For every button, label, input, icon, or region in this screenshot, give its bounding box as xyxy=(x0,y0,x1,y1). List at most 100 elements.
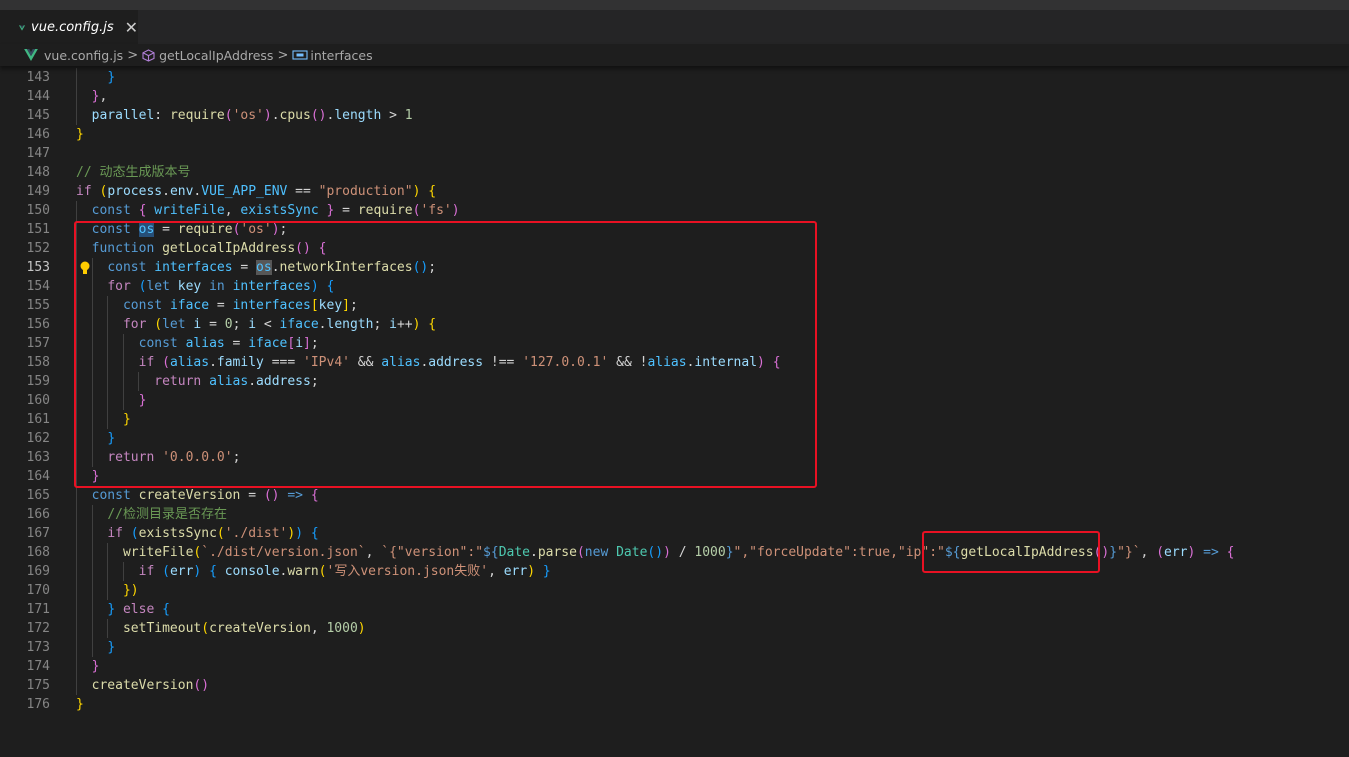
code-line[interactable]: 143 } xyxy=(0,68,1349,87)
code-token: } xyxy=(107,70,116,85)
code-token: ( xyxy=(162,564,170,579)
code-token: ${ xyxy=(483,545,499,560)
vue-logo-icon xyxy=(24,49,38,61)
code-line[interactable]: 147 xyxy=(0,144,1349,163)
code-token: () xyxy=(193,678,210,693)
code-token: { xyxy=(162,602,170,617)
code-token: : xyxy=(154,108,170,123)
code-line[interactable]: 144 }, xyxy=(0,87,1349,106)
code-token: == xyxy=(287,184,319,199)
tab-close-icon[interactable]: ✕ xyxy=(125,18,138,37)
line-number: 149 xyxy=(26,184,50,199)
variable-icon xyxy=(292,50,308,60)
code-token: ( xyxy=(201,621,210,636)
code-token: createVersion xyxy=(209,621,311,636)
code-line[interactable]: 146} xyxy=(0,125,1349,144)
code-token: , xyxy=(488,564,504,579)
breadcrumb-function[interactable]: getLocalIpAddress xyxy=(159,48,273,63)
code-line[interactable]: 168 writeFile (`./dist/version.json`, `{"… xyxy=(0,543,1349,562)
code-token: `./dist/version.json` xyxy=(201,545,366,560)
code-text: }) xyxy=(76,581,139,600)
code-token: = xyxy=(240,488,264,503)
code-token: ) xyxy=(295,526,304,541)
code-token: parse xyxy=(537,545,577,560)
tab-title: vue.config.js xyxy=(31,20,114,35)
line-number: 175 xyxy=(26,678,50,693)
tab-vue-config[interactable]: vue.config.js ✕ xyxy=(0,10,138,44)
code-token: { xyxy=(1226,545,1235,560)
code-line[interactable]: 169 if (err) { console.warn('写入version.j… xyxy=(0,562,1349,581)
code-token: //检测目录是否存在 xyxy=(107,507,227,522)
code-line[interactable]: 175 createVersion() xyxy=(0,676,1349,695)
line-number: 164 xyxy=(26,469,50,484)
code-token: } xyxy=(91,659,100,674)
code-token: ( xyxy=(130,526,139,541)
code-token: } xyxy=(107,640,116,655)
code-token: 1000 xyxy=(694,545,726,560)
code-line[interactable]: 167 if (existsSync('./dist')) { xyxy=(0,524,1349,543)
code-token: createVersion xyxy=(138,488,241,503)
code-text: }, xyxy=(76,87,108,106)
line-number: 174 xyxy=(26,659,50,674)
code-line[interactable]: 145 parallel: require('os').cpus().lengt… xyxy=(0,106,1349,125)
code-token: / xyxy=(670,545,695,560)
code-line[interactable]: 176} xyxy=(0,695,1349,714)
code-token: parallel xyxy=(91,108,155,123)
code-token: './dist' xyxy=(224,526,288,541)
code-token: require xyxy=(357,203,413,218)
code-token: err xyxy=(169,564,194,579)
code-token: }) xyxy=(122,583,139,598)
code-line[interactable]: 148 // 动态生成版本号 xyxy=(0,163,1349,182)
code-token: ) xyxy=(263,108,272,123)
line-number: 145 xyxy=(26,108,50,123)
breadcrumb-file[interactable]: vue.config.js xyxy=(44,48,123,63)
code-token: . xyxy=(271,108,280,123)
tab-bar: vue.config.js ✕ xyxy=(0,10,1349,44)
code-token: ) xyxy=(451,203,460,218)
code-token: > xyxy=(381,108,405,123)
code-line[interactable]: 149 if (process.env.VUE_APP_ENV == "produ… xyxy=(0,182,1349,201)
code-line[interactable]: 166 //检测目录是否存在 xyxy=(0,505,1349,524)
annotation-box-function xyxy=(74,221,817,488)
code-token: () xyxy=(263,488,280,503)
code-line[interactable]: 150 const { writeFile, existsSync } = re… xyxy=(0,201,1349,220)
line-number: 165 xyxy=(26,488,50,503)
code-text: const { writeFile, existsSync } = requir… xyxy=(76,201,460,220)
code-line[interactable]: 173 } xyxy=(0,638,1349,657)
code-token: cpus xyxy=(279,108,311,123)
code-line[interactable]: 174 } xyxy=(0,657,1349,676)
code-token: existsSync xyxy=(240,203,319,218)
code-token: process xyxy=(107,184,163,199)
code-token: setTimeout xyxy=(122,621,202,636)
code-token: ","forceUpdate":true,"ip":" xyxy=(733,545,945,560)
code-token: { xyxy=(209,564,217,579)
code-line[interactable]: 172 setTimeout(createVersion, 1000) xyxy=(0,619,1349,638)
code-token: } xyxy=(76,127,84,142)
code-token: , xyxy=(1140,545,1157,560)
code-token: require xyxy=(169,108,225,123)
line-number: 170 xyxy=(26,583,50,598)
code-line[interactable]: 171 } else { xyxy=(0,600,1349,619)
code-token: ( xyxy=(576,545,585,560)
code-line[interactable]: 165 const createVersion = () => { xyxy=(0,486,1349,505)
code-text: } xyxy=(76,68,115,87)
code-line[interactable]: 170 }) xyxy=(0,581,1349,600)
code-token: ( xyxy=(1156,545,1165,560)
line-number: 171 xyxy=(26,602,50,617)
code-token: ) xyxy=(287,526,296,541)
breadcrumb-variable[interactable]: interfaces xyxy=(310,48,372,63)
